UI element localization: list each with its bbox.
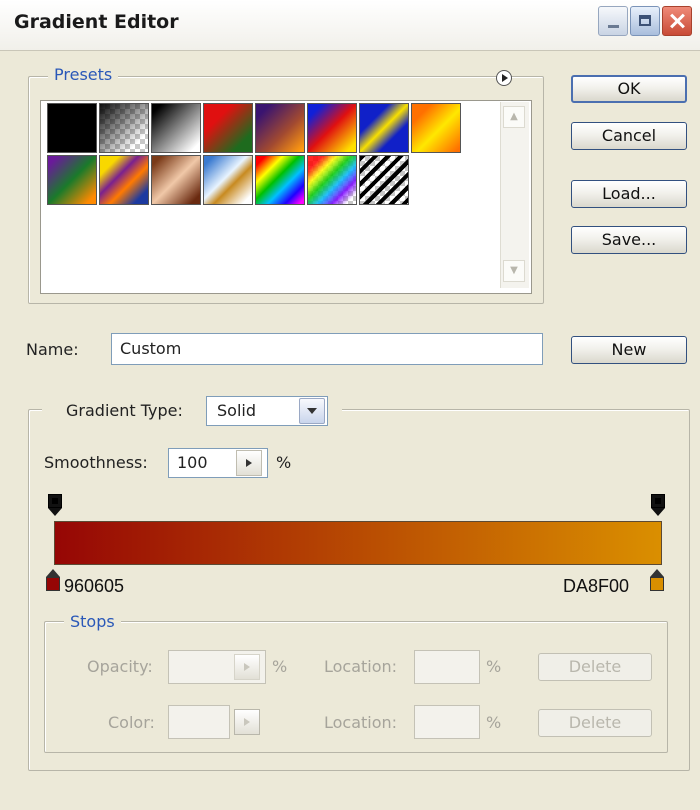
- preset-swatch[interactable]: [151, 155, 201, 205]
- minimize-icon[interactable]: [598, 6, 628, 36]
- name-input[interactable]: Custom: [111, 333, 543, 365]
- color-label: Color:: [108, 713, 155, 732]
- preset-swatch[interactable]: [47, 103, 97, 153]
- gradient-preview-bar[interactable]: [54, 521, 662, 565]
- preset-swatch[interactable]: [99, 103, 149, 153]
- smoothness-label: Smoothness:: [44, 453, 148, 472]
- preset-swatch[interactable]: [47, 155, 97, 205]
- scroll-down-icon[interactable]: ▼: [503, 260, 525, 282]
- preset-swatch[interactable]: [255, 103, 305, 153]
- chevron-down-icon[interactable]: [299, 398, 325, 424]
- color-location-input[interactable]: [414, 705, 480, 739]
- opacity-label: Opacity:: [87, 657, 153, 676]
- color-stop-right[interactable]: [650, 569, 664, 591]
- color-stop-right-value: DA8F00: [563, 576, 630, 596]
- presets-legend: Presets: [48, 65, 119, 84]
- preset-swatch[interactable]: [203, 103, 253, 153]
- smoothness-stepper-icon[interactable]: [236, 450, 262, 476]
- color-menu-icon[interactable]: [234, 709, 260, 735]
- preset-swatch[interactable]: [307, 103, 357, 153]
- preset-swatch[interactable]: [99, 155, 149, 205]
- preset-swatch[interactable]: [203, 155, 253, 205]
- load-button[interactable]: Load...: [571, 180, 687, 208]
- opacity-location-input[interactable]: [414, 650, 480, 684]
- color-location-percent: %: [486, 713, 502, 732]
- preset-swatch[interactable]: [359, 103, 409, 153]
- opacity-stop-left[interactable]: [48, 494, 62, 516]
- save-button[interactable]: Save...: [571, 226, 687, 254]
- presets-scrollbar[interactable]: ▲ ▼: [500, 102, 529, 288]
- smoothness-percent: %: [276, 453, 292, 472]
- cancel-button[interactable]: Cancel: [571, 122, 687, 150]
- ok-button[interactable]: OK: [571, 75, 687, 103]
- opacity-location-label: Location:: [324, 657, 398, 676]
- new-button[interactable]: New: [571, 336, 687, 364]
- preset-swatch[interactable]: [151, 103, 201, 153]
- window-title: Gradient Editor: [14, 11, 179, 33]
- color-swatch[interactable]: [168, 705, 230, 739]
- close-icon[interactable]: [662, 6, 692, 36]
- opacity-stepper-icon[interactable]: [234, 654, 260, 680]
- maximize-icon[interactable]: [630, 6, 660, 36]
- opacity-delete-button[interactable]: Delete: [538, 653, 652, 681]
- color-stop-left[interactable]: [46, 569, 60, 591]
- stops-legend: Stops: [64, 612, 121, 631]
- opacity-location-percent: %: [486, 657, 502, 676]
- presets-menu-icon[interactable]: [496, 70, 512, 86]
- gradient-type-label: Gradient Type:: [66, 401, 183, 420]
- opacity-stop-right[interactable]: [651, 494, 665, 516]
- preset-swatch[interactable]: [359, 155, 409, 205]
- color-location-label: Location:: [324, 713, 398, 732]
- color-delete-button[interactable]: Delete: [538, 709, 652, 737]
- preset-swatch[interactable]: [307, 155, 357, 205]
- name-label: Name:: [26, 340, 79, 359]
- preset-swatch[interactable]: [255, 155, 305, 205]
- opacity-percent: %: [272, 657, 288, 676]
- title-bar: Gradient Editor: [0, 0, 700, 51]
- scroll-up-icon[interactable]: ▲: [503, 106, 525, 128]
- color-stop-left-value: 960605: [64, 576, 125, 596]
- preset-swatch[interactable]: [411, 103, 461, 153]
- presets-list: [40, 100, 532, 294]
